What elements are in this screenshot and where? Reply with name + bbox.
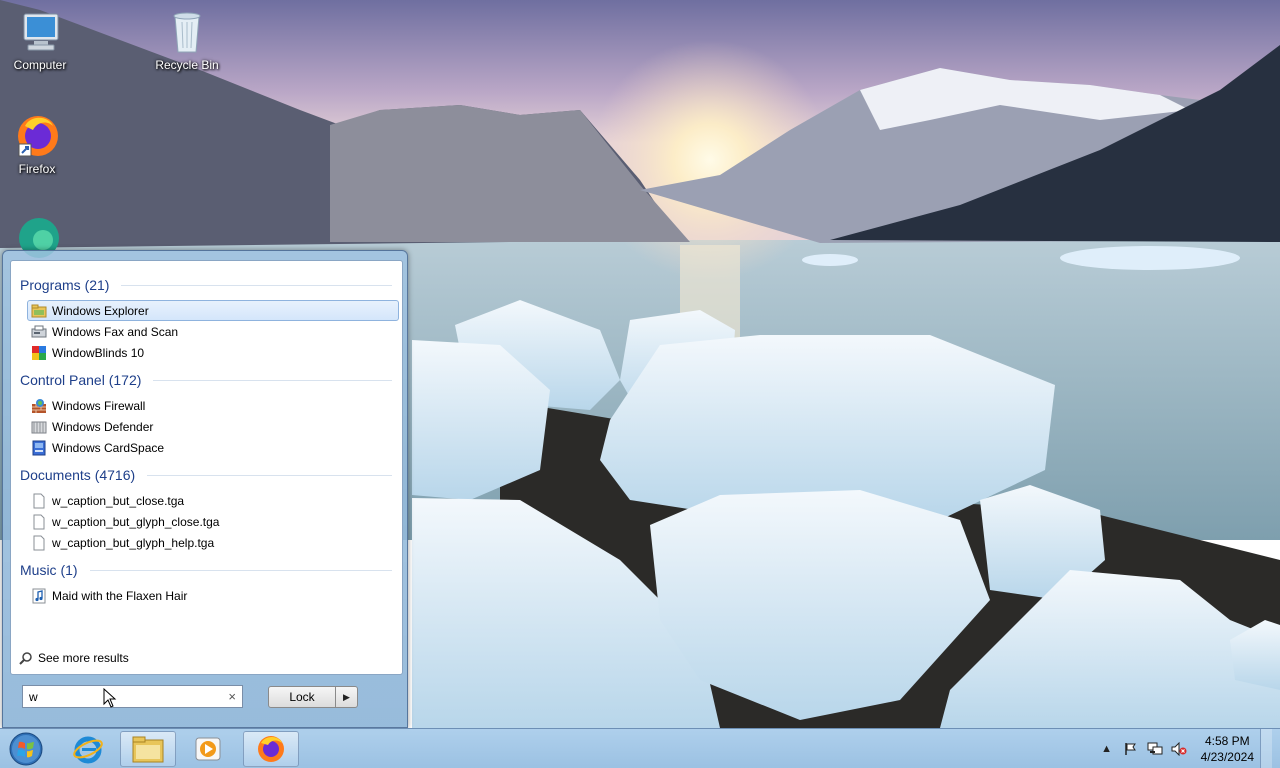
- group-header-label: Documents (4716): [20, 467, 136, 483]
- system-tray: ▲ 4:58 PM 4/23/2024: [1095, 729, 1272, 768]
- result-label: Maid with the Flaxen Hair: [52, 588, 188, 603]
- result-label: w_caption_but_close.tga: [52, 493, 185, 508]
- firefox-icon: [13, 112, 61, 160]
- result-windows-defender[interactable]: Windows Defender: [27, 416, 399, 437]
- result-label: Windows CardSpace: [52, 440, 165, 455]
- result-label: Windows Firewall: [52, 398, 146, 413]
- start-search-input[interactable]: [29, 689, 209, 704]
- group-header-label: Music (1): [20, 562, 78, 578]
- windows-logo-icon: [9, 732, 43, 766]
- taskbar-media-player[interactable]: [180, 731, 236, 767]
- taskbar-file-explorer[interactable]: [120, 731, 176, 767]
- group-header-programs[interactable]: Programs (21): [20, 277, 392, 293]
- start-menu: Programs (21) Windows Explorer Windows F…: [2, 250, 408, 728]
- computer-icon: [16, 8, 64, 56]
- volume-muted-icon[interactable]: [1170, 740, 1188, 758]
- firefox-icon: [258, 736, 284, 762]
- group-header-documents[interactable]: Documents (4716): [20, 467, 392, 483]
- result-windows-explorer[interactable]: Windows Explorer: [27, 300, 399, 321]
- see-more-results-link[interactable]: See more results: [19, 651, 129, 665]
- result-label: w_caption_but_glyph_close.tga: [52, 514, 220, 529]
- desktop-icon-recycle-bin[interactable]: Recycle Bin: [147, 8, 227, 72]
- lock-button[interactable]: Lock: [268, 686, 336, 708]
- fax-scan-icon: [31, 324, 47, 340]
- group-header-control-panel[interactable]: Control Panel (172): [20, 372, 392, 388]
- firewall-icon: [31, 398, 47, 414]
- show-hidden-icons-button[interactable]: ▲: [1098, 740, 1116, 758]
- document-icon: [31, 535, 47, 551]
- result-windows-cardspace[interactable]: Windows CardSpace: [27, 437, 399, 458]
- power-options-arrow-button[interactable]: ▶: [335, 686, 358, 708]
- clock[interactable]: 4:58 PM 4/23/2024: [1201, 733, 1254, 765]
- document-icon: [31, 493, 47, 509]
- taskbar-firefox[interactable]: [243, 731, 299, 767]
- cardspace-icon: [31, 440, 47, 456]
- document-icon: [31, 514, 47, 530]
- media-player-icon: [195, 737, 221, 761]
- start-button[interactable]: [6, 731, 46, 767]
- clock-time: 4:58 PM: [1204, 734, 1250, 748]
- network-icon[interactable]: [1146, 740, 1164, 758]
- show-desktop-button[interactable]: [1260, 729, 1272, 768]
- result-windowblinds-10[interactable]: WindowBlinds 10: [27, 342, 399, 363]
- action-center-flag-icon[interactable]: [1122, 740, 1140, 758]
- start-search-box[interactable]: ×: [22, 685, 243, 708]
- desktop-icon-firefox[interactable]: Firefox: [0, 112, 77, 176]
- taskbar-internet-explorer[interactable]: [60, 731, 116, 767]
- result-document[interactable]: w_caption_but_glyph_help.tga: [27, 532, 399, 553]
- desktop-icon-computer[interactable]: Computer: [0, 8, 80, 72]
- group-header-music[interactable]: Music (1): [20, 562, 392, 578]
- taskbar: ▲ 4:58 PM 4/23/2024: [0, 728, 1280, 768]
- desktop-icon-label: Computer: [13, 58, 67, 72]
- result-label: Windows Explorer: [52, 303, 149, 318]
- defender-icon: [31, 419, 47, 435]
- folder-explorer-icon: [31, 303, 47, 319]
- result-windows-firewall[interactable]: Windows Firewall: [27, 395, 399, 416]
- group-header-label: Programs (21): [20, 277, 110, 293]
- result-label: WindowBlinds 10: [52, 345, 145, 360]
- result-music-track[interactable]: Maid with the Flaxen Hair: [27, 585, 399, 606]
- mouse-pointer-icon: [103, 688, 117, 708]
- group-header-label: Control Panel (172): [20, 372, 142, 388]
- recycle-bin-icon: [163, 8, 211, 56]
- desktop-icon-label: Recycle Bin: [155, 58, 219, 72]
- result-document[interactable]: w_caption_but_close.tga: [27, 490, 399, 511]
- result-document[interactable]: w_caption_but_glyph_close.tga: [27, 511, 399, 532]
- music-note-icon: [31, 588, 47, 604]
- windowblinds-icon: [31, 345, 47, 361]
- search-results-pane: Programs (21) Windows Explorer Windows F…: [10, 260, 403, 675]
- clear-search-icon[interactable]: ×: [228, 689, 236, 704]
- result-label: Windows Fax and Scan: [52, 324, 179, 339]
- internet-explorer-icon: [73, 736, 103, 764]
- clock-date: 4/23/2024: [1200, 750, 1254, 764]
- result-label: Windows Defender: [52, 419, 154, 434]
- result-windows-fax-and-scan[interactable]: Windows Fax and Scan: [27, 321, 399, 342]
- magnifier-icon: [19, 651, 33, 665]
- desktop-icon-label: Firefox: [18, 162, 56, 176]
- file-explorer-icon: [132, 736, 164, 763]
- see-more-label: See more results: [38, 651, 129, 665]
- result-label: w_caption_but_glyph_help.tga: [52, 535, 215, 550]
